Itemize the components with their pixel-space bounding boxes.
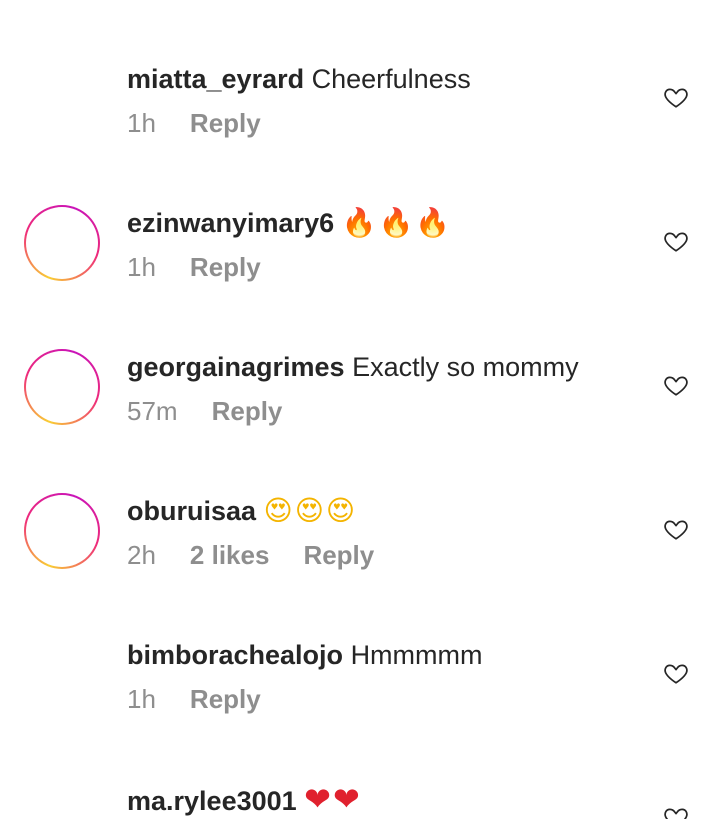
comment-timestamp: 1h bbox=[127, 108, 156, 138]
reply-button[interactable]: Reply bbox=[190, 107, 261, 139]
heart-outline-icon[interactable] bbox=[663, 804, 689, 819]
heart-outline-icon[interactable] bbox=[663, 84, 689, 110]
comment-meta: 57m Reply bbox=[127, 395, 282, 427]
comment-username[interactable]: miatta_eyrard bbox=[127, 64, 304, 94]
heart-outline-icon[interactable] bbox=[663, 660, 689, 686]
reply-button[interactable]: Reply bbox=[212, 395, 283, 427]
avatar[interactable] bbox=[24, 205, 100, 281]
comment-line: bimborachealojo Hmmmmm bbox=[127, 638, 483, 672]
comment-text: Cheerfulness bbox=[311, 64, 471, 94]
reply-button[interactable]: Reply bbox=[190, 683, 261, 715]
comment-username[interactable]: ma.rylee3001 bbox=[127, 786, 297, 816]
comment-meta: 2h 2 likes Reply bbox=[127, 539, 374, 571]
comment-item: oburuisaa 😍😍😍 2h 2 likes Reply bbox=[0, 432, 720, 576]
comment-line: miatta_eyrard Cheerfulness bbox=[127, 62, 471, 96]
comment-timestamp: 1h bbox=[127, 252, 156, 282]
comment-line: georgainagrimes Exactly so mommy bbox=[127, 350, 579, 384]
comment-timestamp: 57m bbox=[127, 396, 178, 426]
reply-button[interactable]: Reply bbox=[303, 539, 374, 571]
red-heart-emoji: ❤❤ bbox=[304, 780, 362, 818]
fire-emoji: 🔥🔥🔥 bbox=[341, 206, 453, 239]
comment-item: bimborachealojo Hmmmmm 1h Reply bbox=[0, 576, 720, 720]
heart-outline-icon[interactable] bbox=[663, 228, 689, 254]
avatar[interactable] bbox=[24, 349, 100, 425]
reply-button[interactable]: Reply bbox=[190, 251, 261, 283]
comment-item: ma.rylee3001 ❤❤ bbox=[0, 720, 720, 819]
comment-timestamp: 2h bbox=[127, 540, 156, 570]
comment-line: oburuisaa 😍😍😍 bbox=[127, 494, 357, 528]
likes-count[interactable]: 2 likes bbox=[190, 539, 270, 571]
heart-outline-icon[interactable] bbox=[663, 372, 689, 398]
comment-timestamp: 1h bbox=[127, 684, 156, 714]
comment-item: miatta_eyrard Cheerfulness 1h Reply bbox=[0, 0, 720, 144]
comment-item: georgainagrimes Exactly so mommy 57m Repl… bbox=[0, 288, 720, 432]
comment-username[interactable]: georgainagrimes bbox=[127, 352, 345, 382]
comment-item: ezinwanyimary6 🔥🔥🔥 1h Reply bbox=[0, 144, 720, 288]
comment-line: ma.rylee3001 ❤❤ bbox=[127, 782, 362, 818]
comment-text: Exactly so mommy bbox=[352, 352, 579, 382]
comment-username[interactable]: ezinwanyimary6 bbox=[127, 208, 334, 238]
comment-meta: 1h Reply bbox=[127, 683, 261, 715]
comment-meta: 1h Reply bbox=[127, 107, 261, 139]
heart-outline-icon[interactable] bbox=[663, 516, 689, 542]
comment-line: ezinwanyimary6 🔥🔥🔥 bbox=[127, 206, 452, 240]
comment-text: Hmmmmm bbox=[350, 640, 483, 670]
comment-username[interactable]: oburuisaa bbox=[127, 496, 256, 526]
avatar[interactable] bbox=[24, 493, 100, 569]
comment-username[interactable]: bimborachealojo bbox=[127, 640, 343, 670]
heart-eyes-emoji: 😍😍😍 bbox=[263, 494, 358, 527]
comment-meta: 1h Reply bbox=[127, 251, 261, 283]
